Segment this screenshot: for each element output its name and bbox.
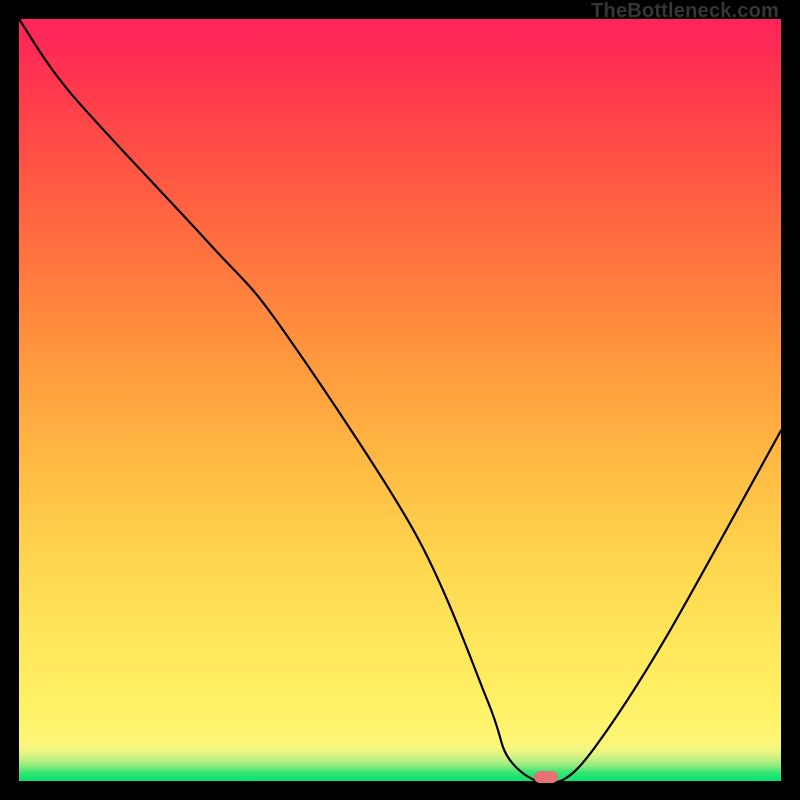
line-overlay [19, 19, 781, 781]
chart-container: TheBottleneck.com [0, 0, 800, 800]
plot-area [19, 19, 781, 781]
bottleneck-curve [19, 19, 781, 781]
marker-pill [534, 771, 558, 783]
